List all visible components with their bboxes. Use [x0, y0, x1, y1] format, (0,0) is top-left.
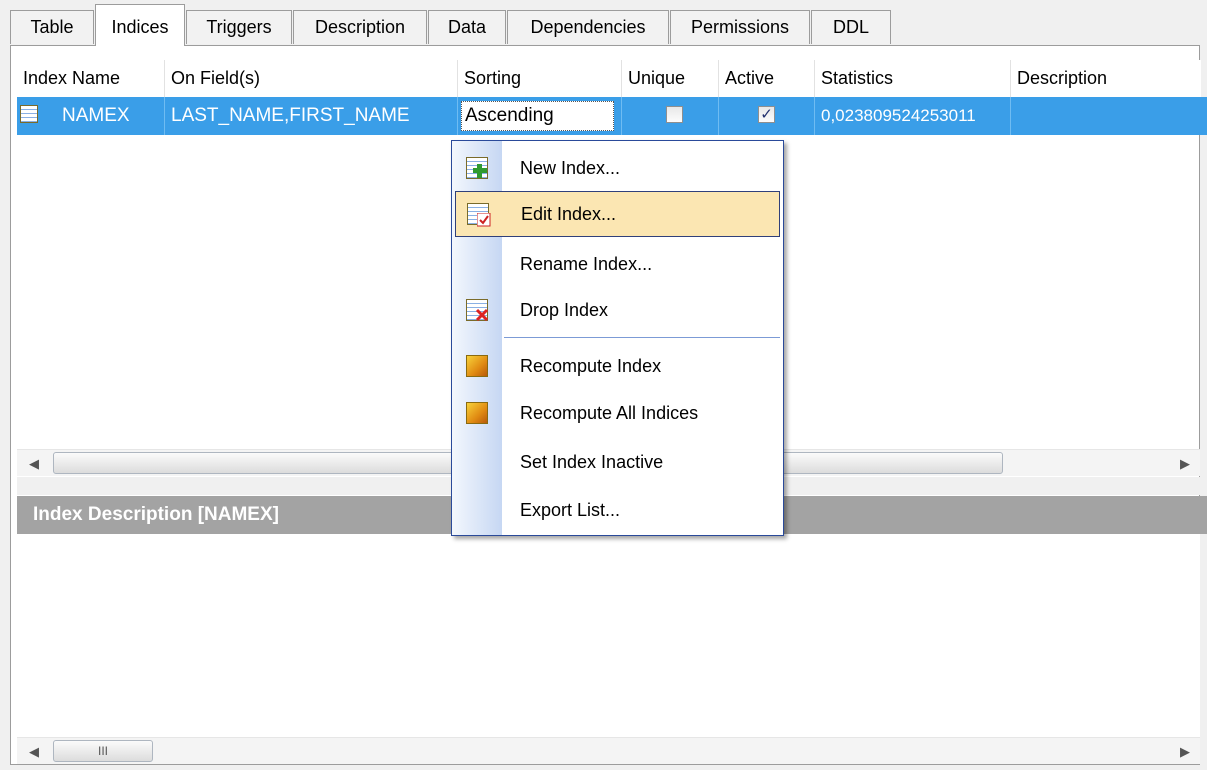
column-header-unique[interactable]: Unique — [622, 60, 719, 97]
menu-item-export-list[interactable]: Export List... — [452, 487, 783, 533]
recompute-all-icon — [466, 402, 488, 424]
tab-ddl[interactable]: DDL — [811, 10, 891, 44]
menu-item-rename-index[interactable]: Rename Index... — [452, 241, 783, 287]
cell-description[interactable] — [1011, 97, 1201, 135]
description-horizontal-scrollbar[interactable]: ◀ III ▶ — [17, 737, 1200, 764]
menu-item-edit-index[interactable]: Edit Index... — [455, 191, 780, 237]
scrollbar-thumb[interactable]: III — [53, 740, 153, 762]
sorting-editor[interactable]: Ascending — [461, 101, 614, 131]
scroll-right-arrow-icon[interactable]: ▶ — [1180, 744, 1190, 760]
column-header-description[interactable]: Description — [1011, 60, 1201, 97]
cell-on-fields[interactable]: LAST_NAME,FIRST_NAME — [165, 97, 458, 135]
menu-item-recompute-all-indices[interactable]: Recompute All Indices — [452, 390, 783, 436]
index-description-area[interactable] — [17, 534, 1200, 737]
drop-index-icon — [466, 299, 489, 322]
tab-indices[interactable]: Indices — [95, 4, 185, 46]
cell-index-name[interactable]: NAMEX — [56, 97, 165, 135]
column-header-on-fields[interactable]: On Field(s) — [165, 60, 458, 97]
index-row-icon — [20, 105, 38, 123]
recompute-index-icon — [466, 355, 488, 377]
tab-table[interactable]: Table — [10, 10, 94, 44]
edit-index-icon — [467, 203, 491, 227]
tab-dependencies[interactable]: Dependencies — [507, 10, 669, 44]
tab-triggers[interactable]: Triggers — [186, 10, 292, 44]
unique-checkbox[interactable] — [666, 106, 683, 123]
menu-item-set-index-inactive[interactable]: Set Index Inactive — [452, 439, 783, 485]
column-header-statistics[interactable]: Statistics — [815, 60, 1011, 97]
column-header-index-name[interactable]: Index Name — [17, 60, 165, 97]
tab-permissions[interactable]: Permissions — [670, 10, 810, 44]
menu-item-new-index[interactable]: New Index... — [452, 145, 783, 191]
column-header-active[interactable]: Active — [719, 60, 815, 97]
cell-statistics[interactable]: 0,023809524253011 — [815, 97, 1011, 135]
scroll-left-arrow-icon[interactable]: ◀ — [29, 744, 39, 760]
scroll-left-arrow-icon[interactable]: ◀ — [29, 456, 39, 472]
tab-description[interactable]: Description — [293, 10, 427, 44]
scroll-right-arrow-icon[interactable]: ▶ — [1180, 456, 1190, 472]
active-checkbox[interactable]: ✓ — [758, 106, 775, 123]
column-header-sorting[interactable]: Sorting — [458, 60, 622, 97]
menu-item-drop-index[interactable]: Drop Index — [452, 287, 783, 333]
tab-data[interactable]: Data — [428, 10, 506, 44]
context-menu: New Index... Edit Index... Rename Index.… — [451, 140, 784, 536]
menu-item-recompute-index[interactable]: Recompute Index — [452, 343, 783, 389]
menu-separator — [504, 337, 780, 338]
cell-sorting[interactable]: Ascending — [458, 97, 622, 135]
new-index-icon — [466, 157, 488, 179]
